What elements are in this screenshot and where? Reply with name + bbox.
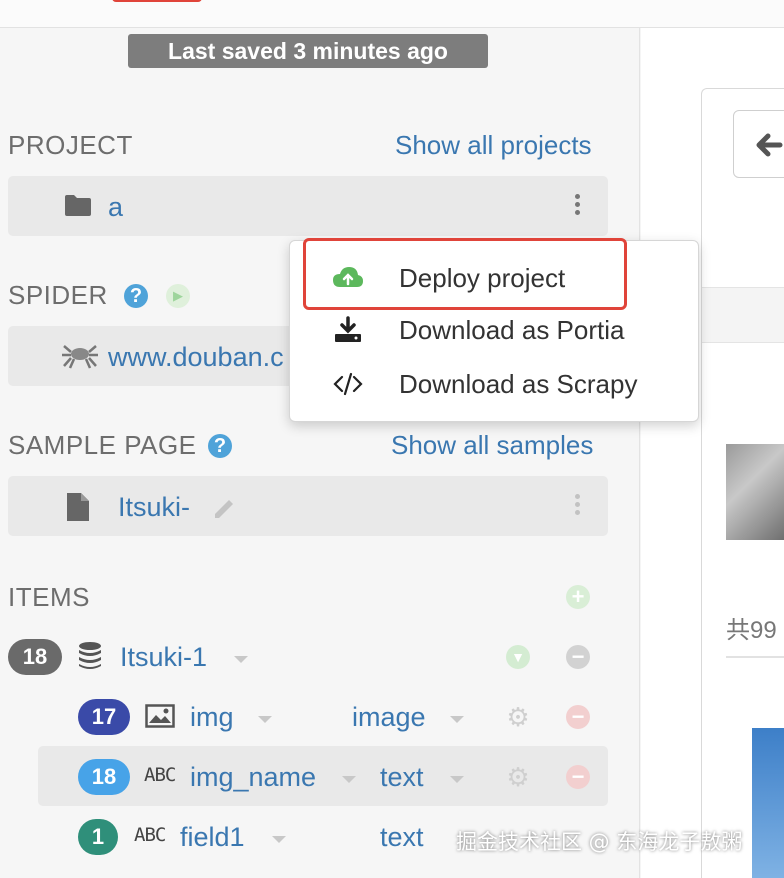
toolbar-strip — [702, 287, 784, 343]
items-heading: ITEMS — [8, 582, 90, 612]
menu-item-download-portia[interactable]: Download as Portia — [290, 303, 700, 355]
page-image — [752, 728, 784, 878]
last-saved-banner: Last saved 3 minutes ago — [128, 34, 488, 68]
item-name-caret-icon[interactable] — [234, 656, 248, 663]
show-all-projects-link[interactable]: Show all projects — [395, 130, 592, 161]
download-icon — [335, 316, 361, 342]
field-type[interactable]: text — [380, 762, 424, 793]
field-name[interactable]: field1 — [180, 822, 245, 853]
database-icon — [79, 642, 101, 669]
code-icon — [333, 372, 363, 396]
spider-name: www.douban.c — [108, 342, 284, 372]
text-type-icon: ABC — [144, 764, 176, 786]
field-name[interactable]: img_name — [190, 762, 316, 793]
run-spider-icon[interactable]: ▶ — [166, 284, 190, 308]
field-count-badge: 17 — [78, 699, 130, 735]
project-heading: PROJECT — [8, 130, 133, 160]
text-type-icon: ABC — [134, 824, 166, 846]
spider-help-icon[interactable]: ? — [124, 284, 148, 308]
sample-name: Itsuki- — [118, 492, 191, 522]
item-count-badge: 18 — [8, 639, 62, 675]
field-count-badge: 1 — [78, 819, 118, 855]
field-count-badge: 18 — [78, 759, 130, 795]
gear-icon[interactable]: ⚙ — [506, 764, 530, 790]
gear-icon[interactable]: ⚙ — [506, 704, 530, 730]
menu-item-download-scrapy[interactable]: Download as Scrapy — [290, 357, 700, 409]
item-name[interactable]: Itsuki-1 — [120, 642, 207, 673]
field-type[interactable]: text — [380, 822, 424, 853]
spider-icon — [62, 345, 98, 369]
watermark: 掘金技术社区 @ 东海龙子敖粥 — [456, 830, 743, 854]
image-icon — [145, 704, 175, 728]
deploy-highlight-box — [303, 238, 627, 310]
field-name-caret-icon[interactable] — [258, 716, 272, 723]
field-name-caret-icon[interactable] — [272, 836, 286, 843]
collapse-item-icon[interactable]: ▼ — [506, 645, 530, 669]
field-type-caret-icon[interactable] — [450, 776, 464, 783]
file-icon — [67, 493, 89, 521]
spider-heading: SPIDER — [8, 280, 108, 310]
field-name[interactable]: img — [190, 702, 234, 733]
remove-field-icon[interactable]: − — [566, 765, 590, 789]
pencil-icon[interactable] — [211, 494, 237, 520]
sample-menu-kebab-icon[interactable] — [575, 494, 581, 515]
page-thumbnail — [726, 444, 784, 540]
project-row[interactable]: a — [8, 176, 608, 236]
field-type-caret-icon[interactable] — [450, 716, 464, 723]
divider — [726, 656, 784, 658]
project-name: a — [108, 192, 124, 222]
field-name-caret-icon[interactable] — [342, 776, 356, 783]
sample-page-heading: SAMPLE PAGE — [8, 430, 197, 460]
top-bar — [0, 0, 784, 28]
remove-field-icon[interactable]: − — [566, 705, 590, 729]
menu-item-label: Download as Scrapy — [399, 369, 638, 399]
sample-row[interactable]: Itsuki- — [8, 476, 608, 536]
sample-help-icon[interactable]: ? — [208, 434, 232, 458]
menu-item-label: Download as Portia — [399, 315, 625, 345]
folder-icon — [65, 195, 91, 216]
result-count-text: 共99 — [726, 617, 777, 644]
add-item-icon[interactable]: + — [566, 585, 590, 609]
remove-item-icon[interactable]: − — [566, 645, 590, 669]
show-all-samples-link[interactable]: Show all samples — [391, 430, 593, 461]
top-tab-highlight — [112, 0, 202, 2]
field-type[interactable]: image — [352, 702, 426, 733]
back-button[interactable] — [733, 110, 784, 178]
arrow-left-icon — [756, 133, 783, 157]
project-menu-kebab-icon[interactable] — [575, 194, 581, 215]
